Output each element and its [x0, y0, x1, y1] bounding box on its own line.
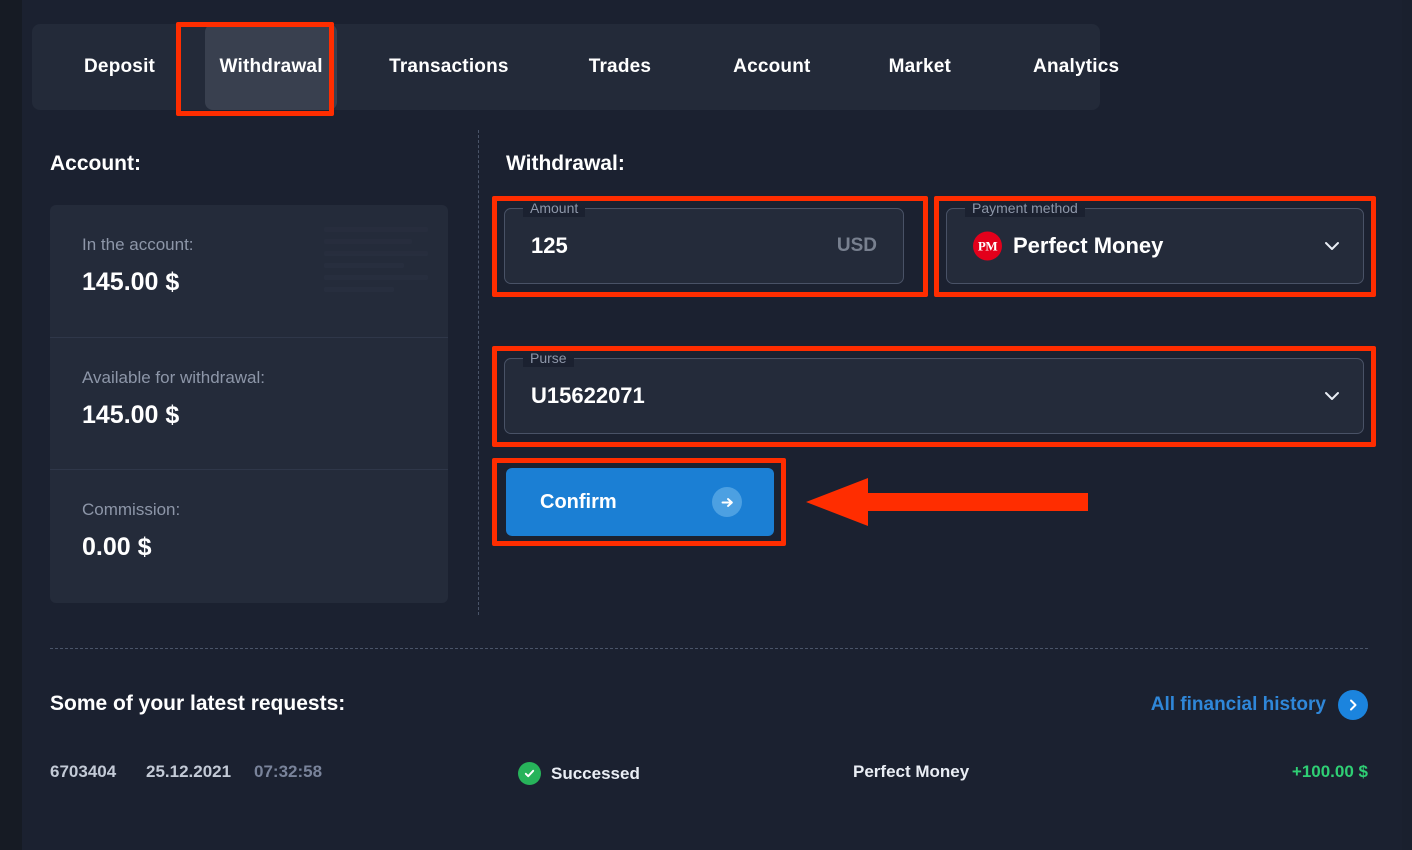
confirm-button[interactable]: Confirm	[506, 468, 774, 536]
tab-market-label: Market	[889, 56, 951, 78]
perfect-money-logo-icon: PM	[973, 232, 1002, 261]
request-method: Perfect Money	[853, 762, 969, 782]
payment-method-legend: Payment method	[965, 199, 1085, 217]
confirm-button-label: Confirm	[540, 491, 617, 514]
request-date: 25.12.2021	[146, 762, 231, 782]
request-amount: +100.00 $	[1292, 762, 1368, 782]
all-financial-history-link[interactable]: All financial history	[1151, 690, 1368, 720]
tab-trades[interactable]: Trades	[561, 24, 679, 110]
tab-trades-label: Trades	[589, 56, 651, 78]
tab-deposit-label: Deposit	[84, 56, 155, 78]
account-label: Commission:	[82, 500, 448, 520]
account-value: 0.00 $	[82, 533, 448, 562]
chevron-right-icon	[1338, 690, 1368, 720]
tab-withdrawal-label: Withdrawal	[220, 56, 323, 78]
right-gutter	[1402, 0, 1412, 850]
account-summary-card: In the account: 145.00 $ Available for w…	[50, 205, 448, 603]
vertical-divider	[478, 130, 479, 615]
amount-currency: USD	[837, 235, 877, 257]
tab-transactions[interactable]: Transactions	[361, 24, 537, 110]
status-badge: Successed	[518, 762, 640, 785]
tab-market[interactable]: Market	[861, 24, 979, 110]
left-gutter	[0, 0, 22, 850]
purse-legend: Purse	[523, 349, 574, 367]
tab-bar: Deposit Withdrawal Transactions Trades A…	[32, 24, 1100, 110]
account-label: Available for withdrawal:	[82, 368, 448, 388]
table-row[interactable]: 6703404 25.12.2021 07:32:58 Successed Pe…	[50, 762, 1368, 796]
tab-withdrawal[interactable]: Withdrawal	[205, 24, 337, 110]
status-label: Successed	[551, 764, 640, 784]
tab-transactions-label: Transactions	[389, 56, 509, 78]
purse-select[interactable]: Purse U15622071	[504, 358, 1364, 434]
account-heading: Account:	[50, 152, 141, 176]
account-row-available-for-withdrawal: Available for withdrawal: 145.00 $	[50, 337, 448, 469]
account-value: 145.00 $	[82, 401, 448, 430]
arrow-right-icon	[712, 487, 742, 517]
chevron-down-icon[interactable]	[1323, 237, 1341, 255]
amount-value: 125	[531, 233, 568, 259]
perfect-money-logo-text: PM	[978, 238, 997, 254]
annotation-arrow-left-icon	[806, 478, 1088, 526]
requests-heading: Some of your latest requests:	[50, 692, 345, 716]
payment-method-value: Perfect Money	[1013, 233, 1163, 259]
request-time: 07:32:58	[254, 762, 322, 782]
all-financial-history-label: All financial history	[1151, 694, 1326, 716]
purse-value: U15622071	[531, 383, 645, 409]
check-circle-icon	[518, 762, 541, 785]
tab-analytics[interactable]: Analytics	[1005, 24, 1147, 110]
tab-account-label: Account	[733, 56, 810, 78]
request-id: 6703404	[50, 762, 116, 782]
account-value: 145.00 $	[82, 268, 448, 297]
tab-account[interactable]: Account	[705, 24, 838, 110]
payment-method-select[interactable]: Payment method PM Perfect Money	[946, 208, 1364, 284]
account-label: In the account:	[82, 235, 448, 255]
tab-analytics-label: Analytics	[1033, 56, 1119, 78]
horizontal-divider	[50, 648, 1368, 649]
amount-input[interactable]: Amount 125 USD	[504, 208, 904, 284]
account-row-commission: Commission: 0.00 $	[50, 469, 448, 601]
chevron-down-icon[interactable]	[1323, 387, 1341, 405]
account-row-in-the-account: In the account: 145.00 $	[50, 205, 448, 337]
tab-deposit[interactable]: Deposit	[56, 24, 183, 110]
withdrawal-heading: Withdrawal:	[506, 152, 625, 176]
amount-legend: Amount	[523, 199, 585, 217]
withdrawal-page: Deposit Withdrawal Transactions Trades A…	[0, 0, 1412, 850]
